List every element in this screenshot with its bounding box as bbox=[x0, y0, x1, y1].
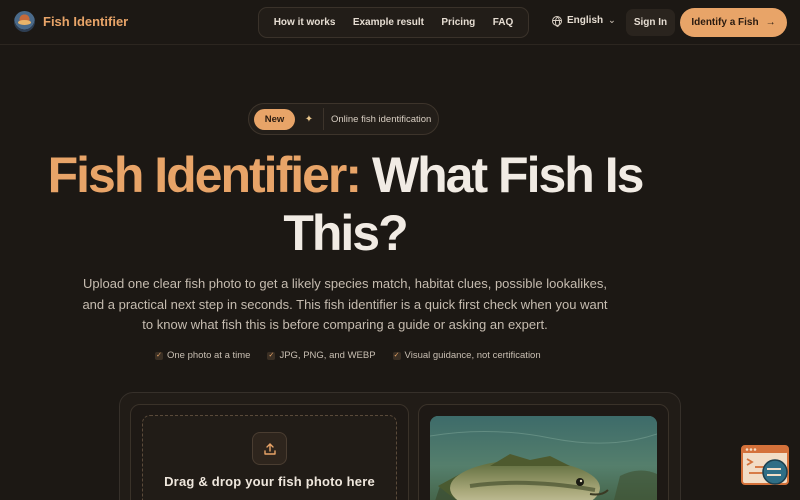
identify-fish-label: Identify a Fish bbox=[691, 17, 759, 28]
check-icon: ✓ bbox=[267, 351, 276, 360]
new-tag: New bbox=[254, 108, 295, 130]
hero-subtitle: Upload one clear fish photo to get a lik… bbox=[82, 276, 608, 332]
checklist-text: One photo at a time bbox=[167, 350, 251, 361]
check-icon: ✓ bbox=[155, 351, 163, 360]
language-label: English bbox=[567, 15, 604, 26]
checklist-item: ✓ One photo at a time bbox=[155, 350, 250, 361]
identify-fish-button[interactable]: Identify a Fish → bbox=[680, 8, 787, 37]
announcement-badge: New ✦ Online fish identification bbox=[248, 103, 439, 135]
nav-link-pricing[interactable]: Pricing bbox=[441, 17, 475, 28]
badge-text: Online fish identification bbox=[331, 113, 432, 125]
page-title: Fish Identifier: What Fish Is This? bbox=[30, 146, 660, 262]
upload-icon[interactable] bbox=[252, 432, 287, 465]
feature-checklist: ✓ One photo at a time ✓ JPG, PNG, and WE… bbox=[155, 350, 541, 361]
dropzone-title: Drag & drop your fish photo here bbox=[164, 474, 375, 489]
chat-widget-icon bbox=[741, 445, 789, 485]
top-navigation-bar: Fish Identifier How it works Example res… bbox=[0, 0, 800, 45]
title-accent: Fish Identifier: bbox=[47, 147, 362, 203]
brand-name: Fish Identifier bbox=[43, 14, 129, 29]
checklist-text: JPG, PNG, and WEBP bbox=[279, 350, 376, 361]
arrow-right-icon: → bbox=[765, 17, 776, 28]
language-selector[interactable]: English ⌄ bbox=[552, 15, 616, 27]
check-icon: ✓ bbox=[392, 351, 401, 360]
help-chat-button[interactable] bbox=[741, 445, 791, 489]
badge-divider bbox=[323, 108, 324, 130]
sign-in-button[interactable]: Sign In bbox=[626, 9, 675, 36]
checklist-item: ✓ Visual guidance, not certification bbox=[392, 350, 541, 361]
fish-logo-icon bbox=[14, 11, 35, 32]
checklist-item: ✓ JPG, PNG, and WEBP bbox=[267, 350, 376, 361]
sparkle-icon: ✦ bbox=[304, 113, 314, 125]
nav-link-example-result[interactable]: Example result bbox=[353, 17, 424, 28]
brand-link[interactable]: Fish Identifier bbox=[14, 11, 128, 32]
checklist-text: Visual guidance, not certification bbox=[404, 350, 541, 361]
main-nav: How it works Example result Pricing FAQ bbox=[258, 7, 529, 38]
nav-link-faq[interactable]: FAQ bbox=[493, 17, 514, 28]
chevron-down-icon: ⌄ bbox=[608, 15, 616, 25]
example-fish-image bbox=[430, 416, 657, 500]
nav-link-how-it-works[interactable]: How it works bbox=[274, 17, 336, 28]
globe-icon bbox=[552, 15, 562, 27]
